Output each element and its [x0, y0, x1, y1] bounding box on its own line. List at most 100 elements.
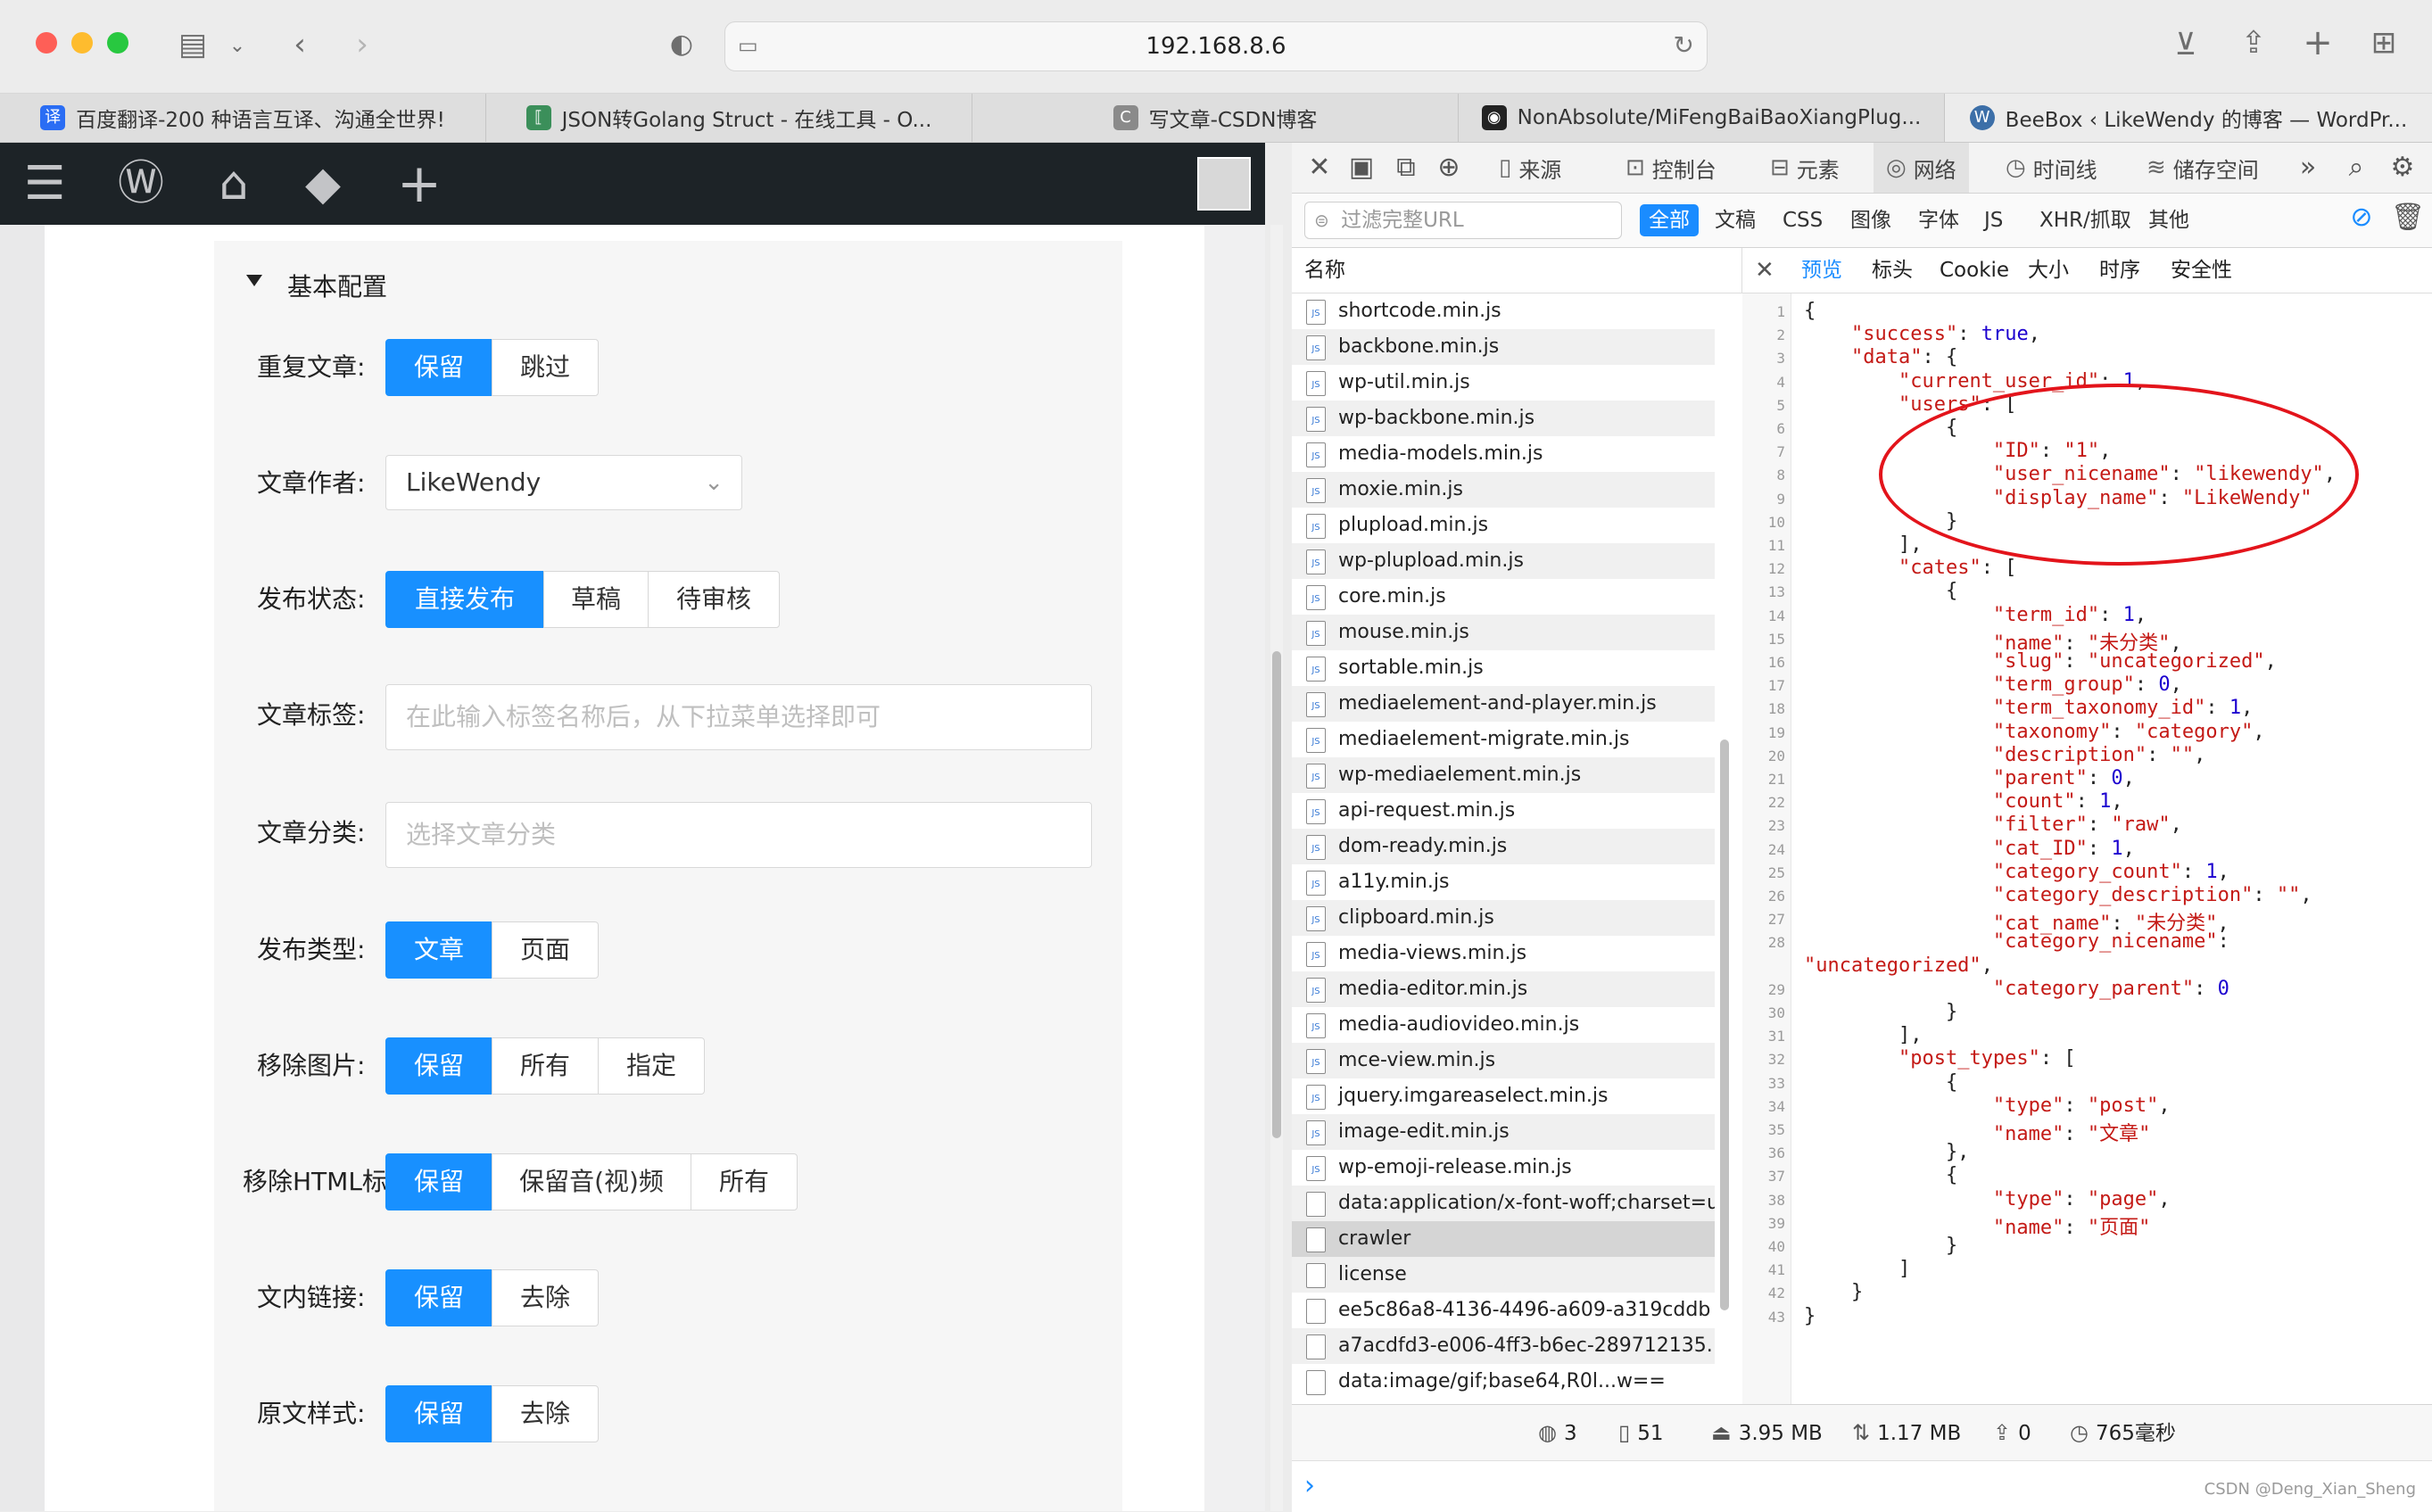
zoom-window-button[interactable] [107, 32, 128, 54]
collapse-caret-icon[interactable] [246, 275, 262, 286]
home-icon[interactable]: ⌂ [205, 155, 262, 212]
file-row[interactable]: JS mouse.min.js [1292, 615, 1715, 650]
option-button[interactable]: 页面 [492, 921, 599, 979]
browser-tab[interactable]: 译 百度翻译-200 种语言互译、沟通全世界! [0, 94, 486, 142]
tab-storage[interactable]: ≋ 储存空间 [2134, 143, 2271, 193]
wp-scrollbar-thumb[interactable] [1272, 651, 1281, 1138]
option-button[interactable]: 文章 [385, 921, 492, 979]
inspect-icon[interactable]: ⊕ [1435, 152, 1463, 184]
address-bar[interactable]: ▭ 192.168.8.6 ↻ [724, 21, 1708, 71]
file-row[interactable]: JS core.min.js [1292, 579, 1715, 615]
tags-input[interactable]: 在此输入标签名称后，从下拉菜单选择即可 [385, 684, 1092, 750]
back-icon[interactable]: ‹ [284, 27, 316, 62]
browser-tab-active[interactable]: W BeeBox ‹ LikeWendy 的博客 — WordPr... [1945, 94, 2432, 142]
file-row[interactable]: JS mediaelement-migrate.min.js [1292, 722, 1715, 757]
list-header[interactable]: 名称 [1292, 248, 1742, 293]
file-row[interactable]: JS media-views.min.js [1292, 936, 1715, 971]
file-row[interactable]: JS api-request.min.js [1292, 793, 1715, 829]
file-row[interactable]: JS wp-mediaelement.min.js [1292, 757, 1715, 793]
tab-cookie[interactable]: Cookie [1940, 248, 2009, 293]
file-row[interactable]: JS wp-plupload.min.js [1292, 543, 1715, 579]
file-row[interactable]: data:application/x-font-woff;charset=ut.… [1292, 1186, 1715, 1221]
option-button[interactable]: 保留 [385, 1153, 492, 1210]
add-new-icon[interactable]: + [391, 155, 448, 212]
dock-bottom-icon[interactable]: ▣ [1347, 152, 1376, 184]
filter-url-input[interactable]: ⊜ 过滤完整URL [1304, 202, 1622, 239]
option-button[interactable]: 保留 [385, 1385, 492, 1442]
search-icon[interactable]: ⌕ [2343, 152, 2370, 184]
filter-css[interactable]: CSS [1774, 204, 1832, 236]
forward-icon[interactable]: › [346, 27, 378, 62]
author-select[interactable]: LikeWendy ⌄ [385, 455, 742, 510]
gear-icon[interactable]: ⚙ [2387, 152, 2418, 184]
browser-tab[interactable]: ◉ NonAbsolute/MiFengBaiBaoXiangPlug... [1459, 94, 1945, 142]
tab-size[interactable]: 大小 [2028, 248, 2069, 293]
file-row[interactable]: JS a11y.min.js [1292, 864, 1715, 900]
option-button[interactable]: 所有 [492, 1037, 599, 1095]
file-row[interactable]: JS wp-backbone.min.js [1292, 401, 1715, 436]
tab-timelines[interactable]: ◷ 时间线 [1993, 143, 2110, 193]
filter-all[interactable]: 全部 [1640, 204, 1699, 236]
file-row[interactable]: JS wp-util.min.js [1292, 365, 1715, 401]
option-button[interactable]: 所有 [691, 1153, 798, 1210]
disable-cache-icon[interactable]: ⊘ [2346, 202, 2377, 234]
option-button[interactable]: 跳过 [492, 339, 599, 396]
browser-tab[interactable]: ⟦ JSON转Golang Struct - 在线工具 - O... [486, 94, 972, 142]
option-button[interactable]: 指定 [598, 1037, 705, 1095]
file-row[interactable]: JS clipboard.min.js [1292, 900, 1715, 936]
tab-console[interactable]: ⊡ 控制台 [1613, 143, 1729, 193]
file-row[interactable]: crawler [1292, 1221, 1715, 1257]
minimize-window-button[interactable] [71, 32, 93, 54]
filter-js[interactable]: JS [1975, 204, 2012, 236]
reload-icon[interactable]: ↻ [1674, 30, 1694, 60]
avatar[interactable] [1197, 157, 1251, 211]
tab-headers[interactable]: 标头 [1872, 248, 1913, 293]
sidebar-toggle-icon[interactable]: ▤ [171, 27, 214, 62]
tab-security[interactable]: 安全性 [2171, 248, 2232, 293]
file-row[interactable]: JS image-edit.min.js [1292, 1114, 1715, 1150]
option-button[interactable]: 保留 [385, 1037, 492, 1095]
close-window-button[interactable] [36, 32, 57, 54]
option-button[interactable]: 保留 [385, 1269, 492, 1326]
tab-network[interactable]: ◎ 网络 [1874, 143, 1969, 193]
filter-xhr[interactable]: XHR/抓取 [2031, 204, 2140, 236]
share-icon[interactable]: ⇪ [2234, 25, 2273, 61]
file-row[interactable]: ee5c86a8-4136-4496-a609-a319cddb [1292, 1293, 1715, 1328]
option-button[interactable]: 去除 [492, 1385, 599, 1442]
file-row[interactable]: JS media-models.min.js [1292, 436, 1715, 472]
file-row[interactable]: JS media-audiovideo.min.js [1292, 1007, 1715, 1043]
file-row[interactable]: data:image/gif;base64,R0l...w== [1292, 1364, 1715, 1400]
close-icon[interactable]: ✕ [1755, 248, 1774, 293]
filter-other[interactable]: 其他 [2139, 204, 2198, 236]
filter-documents[interactable]: 文稿 [1706, 204, 1765, 236]
tab-sources[interactable]: ▯ 来源 [1486, 143, 1574, 193]
more-tabs-icon[interactable]: » [2295, 152, 2321, 184]
chevron-down-icon[interactable]: ⌄ [227, 29, 248, 64]
option-button[interactable]: 直接发布 [385, 571, 544, 628]
file-row[interactable]: JS moxie.min.js [1292, 472, 1715, 508]
download-icon[interactable]: ⊻ [2166, 27, 2205, 62]
file-row[interactable]: JS backbone.min.js [1292, 329, 1715, 365]
file-row[interactable]: JS mediaelement-and-player.min.js [1292, 686, 1715, 722]
file-row[interactable]: license [1292, 1257, 1715, 1293]
filter-images[interactable]: 图像 [1841, 204, 1900, 236]
comments-icon[interactable]: ◆ [294, 155, 352, 212]
tab-preview[interactable]: 预览 [1801, 248, 1842, 293]
option-button[interactable]: 保留 [385, 339, 492, 396]
option-button[interactable]: 待审核 [648, 571, 780, 628]
privacy-shield-icon[interactable]: ◐ [664, 27, 699, 62]
tab-elements[interactable]: ⊟ 元素 [1758, 143, 1852, 193]
file-list-scrollbar[interactable] [1720, 739, 1729, 1310]
detach-icon[interactable]: ⧉ [1392, 152, 1420, 184]
file-row[interactable]: JS mce-view.min.js [1292, 1043, 1715, 1078]
file-row[interactable]: JS wp-emoji-release.min.js [1292, 1150, 1715, 1186]
option-button[interactable]: 去除 [492, 1269, 599, 1326]
option-button[interactable]: 草稿 [543, 571, 649, 628]
new-tab-icon[interactable]: + [2298, 25, 2337, 61]
option-button[interactable]: 保留音(视)频 [492, 1153, 691, 1210]
file-row[interactable]: JS jquery.imgareaselect.min.js [1292, 1078, 1715, 1114]
filter-fonts[interactable]: 字体 [1909, 204, 1968, 236]
wordpress-logo-icon[interactable]: Ⓦ [111, 155, 171, 212]
file-row[interactable]: JS sortable.min.js [1292, 650, 1715, 686]
file-row[interactable]: JS media-editor.min.js [1292, 971, 1715, 1007]
